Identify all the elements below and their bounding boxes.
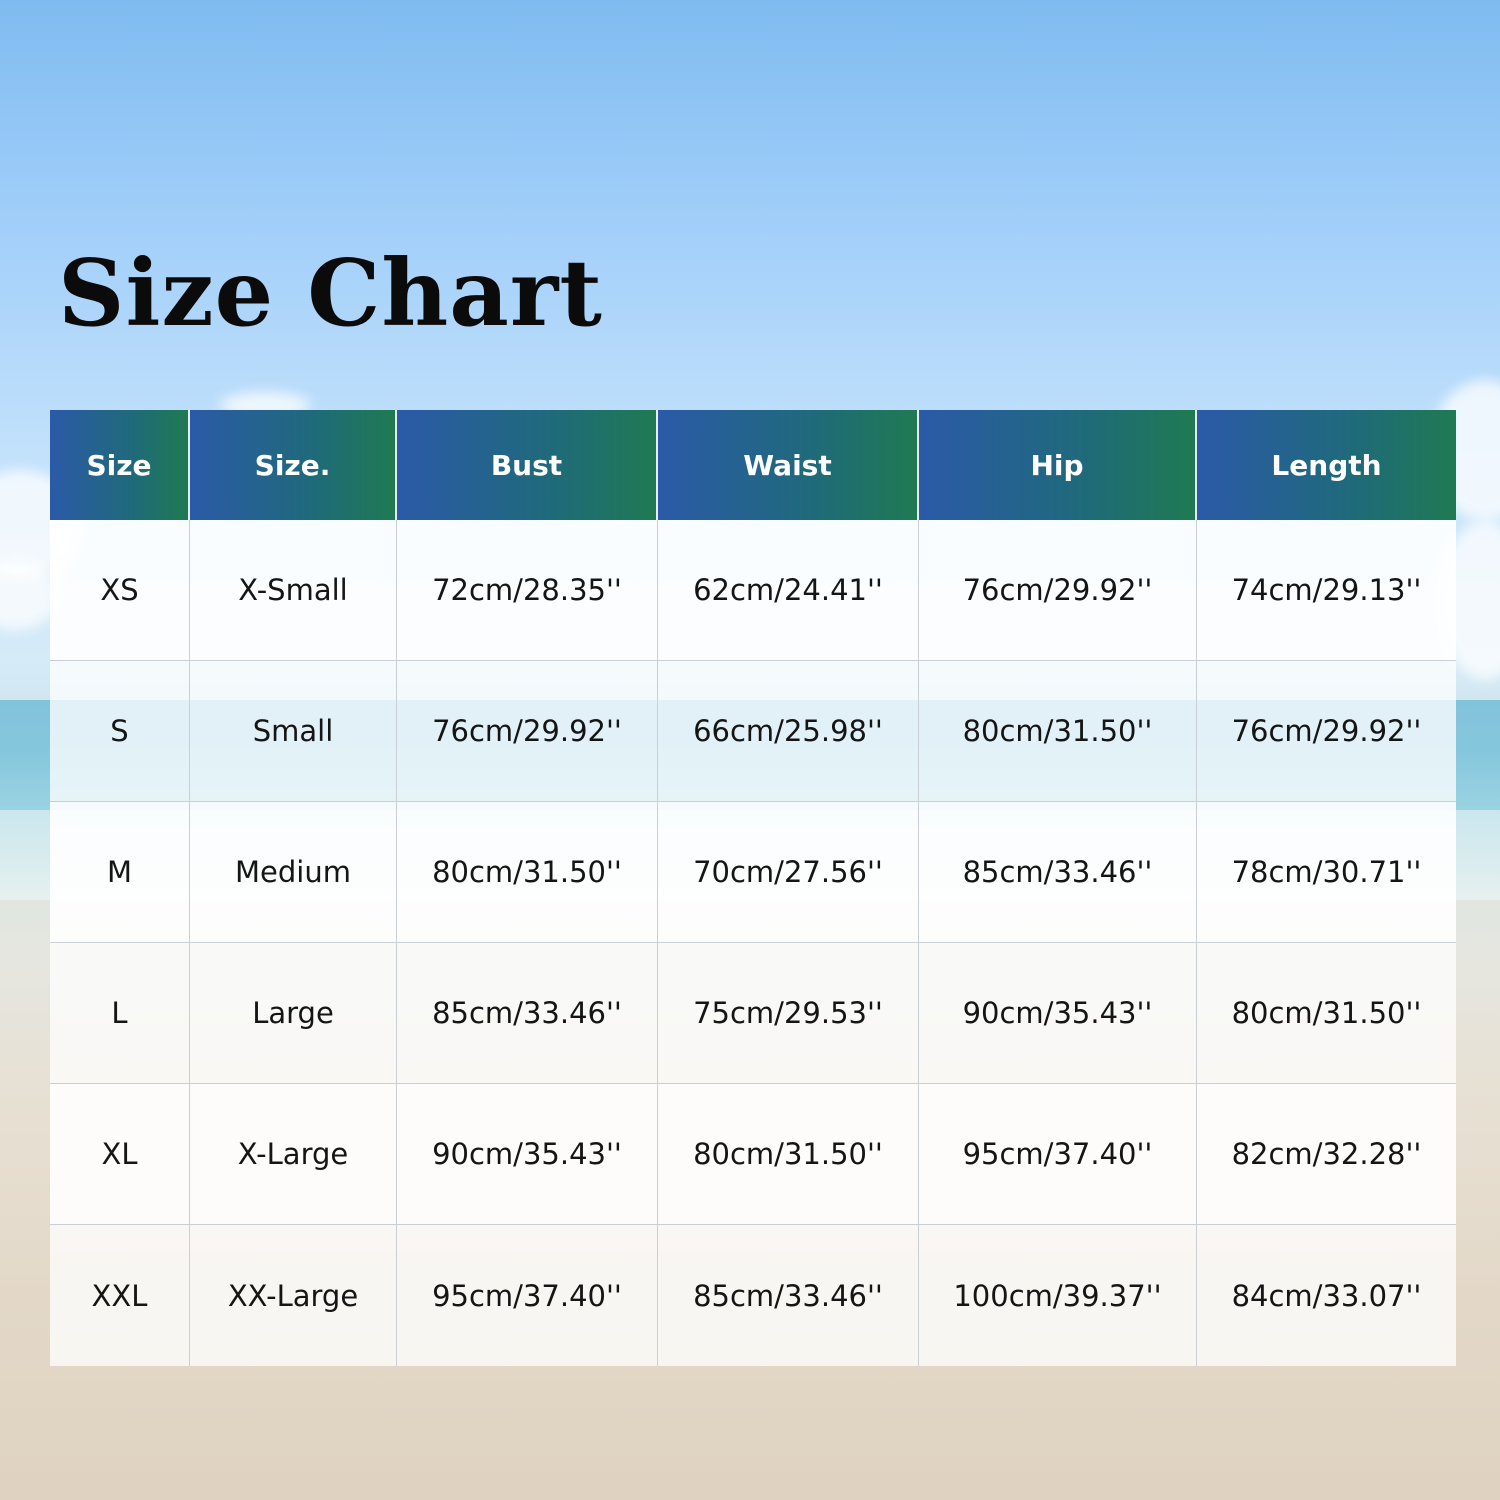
table-cell-size-name: Small xyxy=(190,661,397,802)
table-cell-bust: 85cm/33.46'' xyxy=(397,943,658,1084)
table-cell-hip: 95cm/37.40'' xyxy=(919,1084,1197,1225)
table-cell-bust: 90cm/35.43'' xyxy=(397,1084,658,1225)
table-cell-waist: 66cm/25.98'' xyxy=(658,661,919,802)
table-cell-waist: 70cm/27.56'' xyxy=(658,802,919,943)
table-cell-size: XL xyxy=(50,1084,190,1225)
table-cell-bust: 80cm/31.50'' xyxy=(397,802,658,943)
table-cell-size: M xyxy=(50,802,190,943)
table-cell-waist: 85cm/33.46'' xyxy=(658,1225,919,1366)
table-cell-size-name: X-Large xyxy=(190,1084,397,1225)
table-row-l: L Large 85cm/33.46'' 75cm/29.53'' 90cm/35.43… xyxy=(50,943,1456,1084)
table-cell-waist: 80cm/31.50'' xyxy=(658,1084,919,1225)
table-cell-waist: 62cm/24.41'' xyxy=(658,520,919,661)
table-cell-size-name: Large xyxy=(190,943,397,1084)
table-cell-length: 80cm/31.50'' xyxy=(1197,943,1456,1084)
table-cell-length: 84cm/33.07'' xyxy=(1231,1278,1422,1313)
table-cell-bust: 95cm/37.40'' xyxy=(397,1225,658,1366)
table-cell-size-name: XX-Large xyxy=(190,1225,397,1366)
header-cell-length: Length xyxy=(1197,410,1456,520)
header-cell-hip: Hip xyxy=(919,410,1197,520)
table-cell-size: XS xyxy=(50,520,190,661)
table-cell-hip: 100cm/39.37'' xyxy=(919,1225,1197,1366)
table-cell-hip: 85cm/33.46'' xyxy=(919,802,1197,943)
chart-title: Size Chart xyxy=(58,239,603,347)
table-cell-length: 78cm/30.71'' xyxy=(1197,802,1456,943)
header-cell-waist: Waist xyxy=(658,410,919,520)
header-cell-size-name: Size. xyxy=(190,410,397,520)
table-cell-length: 76cm/29.92'' xyxy=(1197,661,1456,802)
table-cell-size-name: Medium xyxy=(190,802,397,943)
table-row-m: M Medium 80cm/31.50'' 70cm/27.56'' 85cm/33.4… xyxy=(50,802,1456,943)
table-cell-waist: 75cm/29.53'' xyxy=(658,943,919,1084)
size-chart-table: Size Size. Bust Waist Hip Length XS X-Small 72c… xyxy=(50,410,1456,1366)
table-cell-hip: 80cm/31.50'' xyxy=(919,661,1197,802)
header-cell-bust: Bust xyxy=(397,410,658,520)
table-cell-size: XXL xyxy=(50,1225,190,1366)
table-cell-length: 82cm/32.28'' xyxy=(1197,1084,1456,1225)
table-cell-hip: 90cm/35.43'' xyxy=(919,943,1197,1084)
table-cell-bust: 72cm/28.35'' xyxy=(397,520,658,661)
table-row-xl: XL X-Large 90cm/35.43'' 80cm/31.50'' 95cm/37… xyxy=(50,1084,1456,1225)
table-row-xxl: XXL XX-Large 95cm/37.40'' 85cm/33.46'' 100cm… xyxy=(50,1225,1456,1366)
table-cell-bust: 76cm/29.92'' xyxy=(397,661,658,802)
header-cell-size: Size xyxy=(50,410,190,520)
table-cell-length: 74cm/29.13'' xyxy=(1197,520,1456,661)
table-cell-hip: 76cm/29.92'' xyxy=(919,520,1197,661)
table-cell-size: S xyxy=(50,661,190,802)
table-row-s: S Small 76cm/29.92'' 66cm/25.98'' 80cm/31.50… xyxy=(50,661,1456,802)
table-cell-size: L xyxy=(50,943,190,1084)
table-row-xs: XS X-Small 72cm/28.35'' 62cm/24.41'' 76cm/29… xyxy=(50,520,1456,661)
table-cell-size-name: X-Small xyxy=(190,520,397,661)
